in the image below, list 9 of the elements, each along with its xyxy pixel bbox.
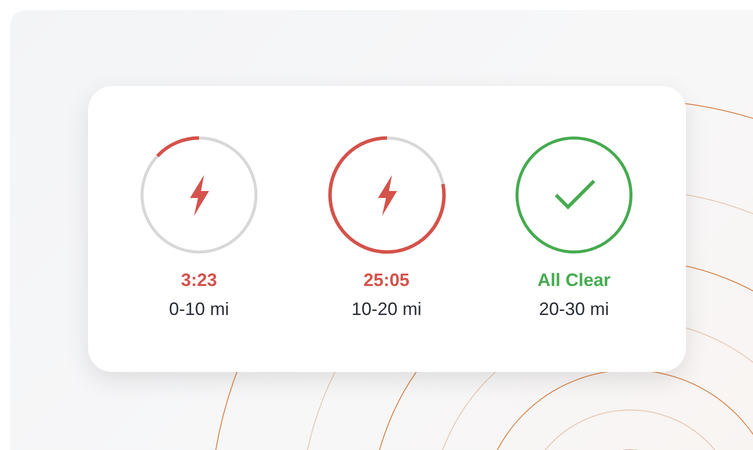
lightning-bolt-icon xyxy=(378,175,396,216)
lightning-bolt-icon xyxy=(190,175,209,216)
distance-range: 10-20 mi xyxy=(351,299,422,320)
distance-range: 0-10 mi xyxy=(168,299,230,320)
zone-status: All Clear xyxy=(537,270,611,291)
check-circle-icon xyxy=(515,136,633,254)
zone-status: 25:05 xyxy=(363,270,410,291)
distance-range: 20-30 mi xyxy=(538,299,610,320)
zone-status: 3:23 xyxy=(180,270,218,291)
